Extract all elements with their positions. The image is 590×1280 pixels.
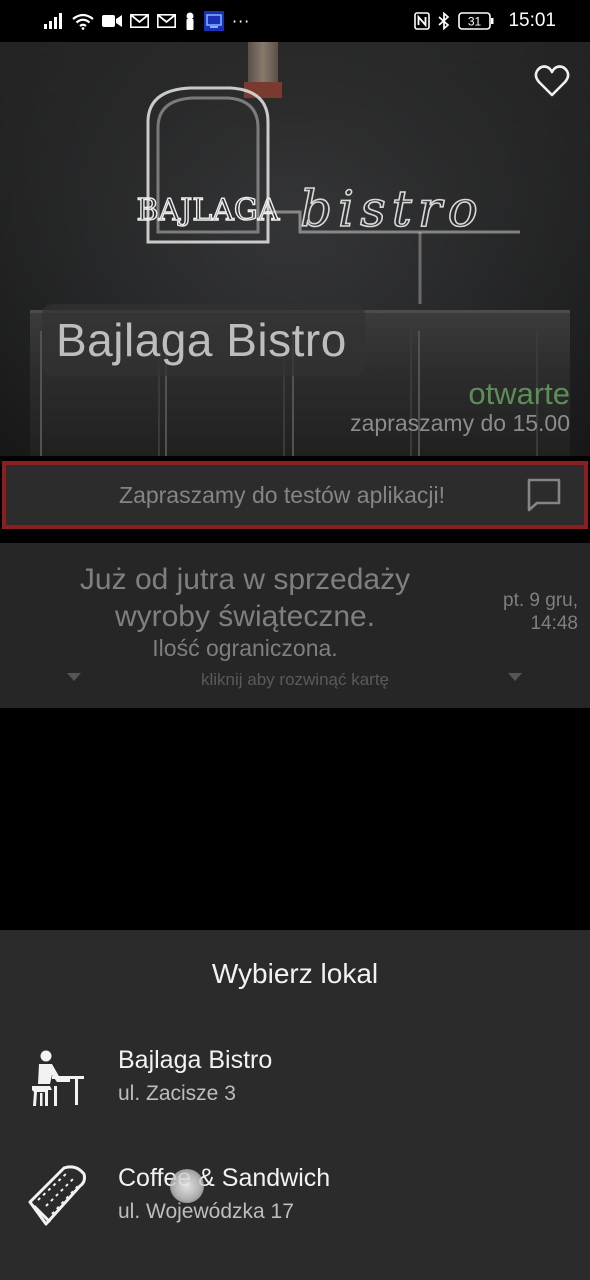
hero-image: BAJLAGA bistro Bajlaga Bistro otwarte za… [0,42,590,456]
news-subtitle: Ilość ograniczona. [152,635,338,661]
video-icon [102,14,122,28]
signal-icon [44,13,64,29]
open-status: otwarte [468,376,570,411]
dining-person-icon [32,1050,84,1106]
status-time: 15:01 [508,10,556,31]
sandwich-icon [28,1165,86,1226]
nfc-icon [414,12,431,30]
news-card[interactable]: Już od jutra w sprzedaży wyroby świątecz… [0,543,590,708]
gmail-icon [157,14,176,28]
venue-name: Bajlaga Bistro [118,1046,273,1074]
venue-item-coffee-sandwich[interactable]: Coffee & Sandwich ul. Wojewódzka 17 [0,1164,590,1274]
gmail-icon [130,14,149,28]
sheet-title: Wybierz lokal [211,958,379,989]
status-bar: ··· 31 15:01 [0,0,590,42]
heart-outline-icon [534,65,570,97]
neon-sign-script: bistro [300,180,484,238]
message-text: Zapraszamy do testów aplikacji! [119,481,445,508]
chat-icon[interactable] [524,475,564,515]
neon-sign-text: BAJLAGA [137,193,280,228]
news-date: pt. 9 gru, 14:48 [503,589,578,635]
opening-hours: zapraszamy do 15.00 [350,410,570,436]
message-bar[interactable]: Zapraszamy do testów aplikacji! [2,461,588,529]
news-title: Już od jutra w sprzedaży wyroby świątecz… [79,563,411,633]
expand-card-label: kliknij aby rozwinąć kartę [200,670,389,689]
venue-item-bajlaga-bistro[interactable]: Bajlaga Bistro ul. Zacisze 3 [0,1046,590,1156]
expand-card-button[interactable]: kliknij aby rozwinąć kartę [0,667,590,693]
bluetooth-icon [438,12,450,30]
venue-title: Bajlaga Bistro [56,314,347,366]
chevron-down-icon [508,673,522,681]
venue-name: Coffee & Sandwich [118,1164,331,1192]
touch-indicator [170,1169,204,1203]
venue-picker-sheet: Wybierz lokal Bajlaga Bistro ul. Zacisze… [0,930,590,1280]
app-icon [204,11,224,31]
news-date-day: pt. 9 gru, [503,590,578,611]
status-overflow: ··· [232,11,251,31]
notification-icon [184,12,196,30]
battery-icon: 31 [458,12,494,30]
news-date-time: 14:48 [530,613,578,634]
favorite-button[interactable] [534,64,570,98]
venue-address: ul. Wojewódzka 17 [118,1200,294,1223]
venue-address: ul. Zacisze 3 [118,1082,236,1105]
wifi-icon [72,13,94,30]
battery-level: 31 [468,15,482,29]
hero-title-box: Bajlaga Bistro [42,304,365,376]
